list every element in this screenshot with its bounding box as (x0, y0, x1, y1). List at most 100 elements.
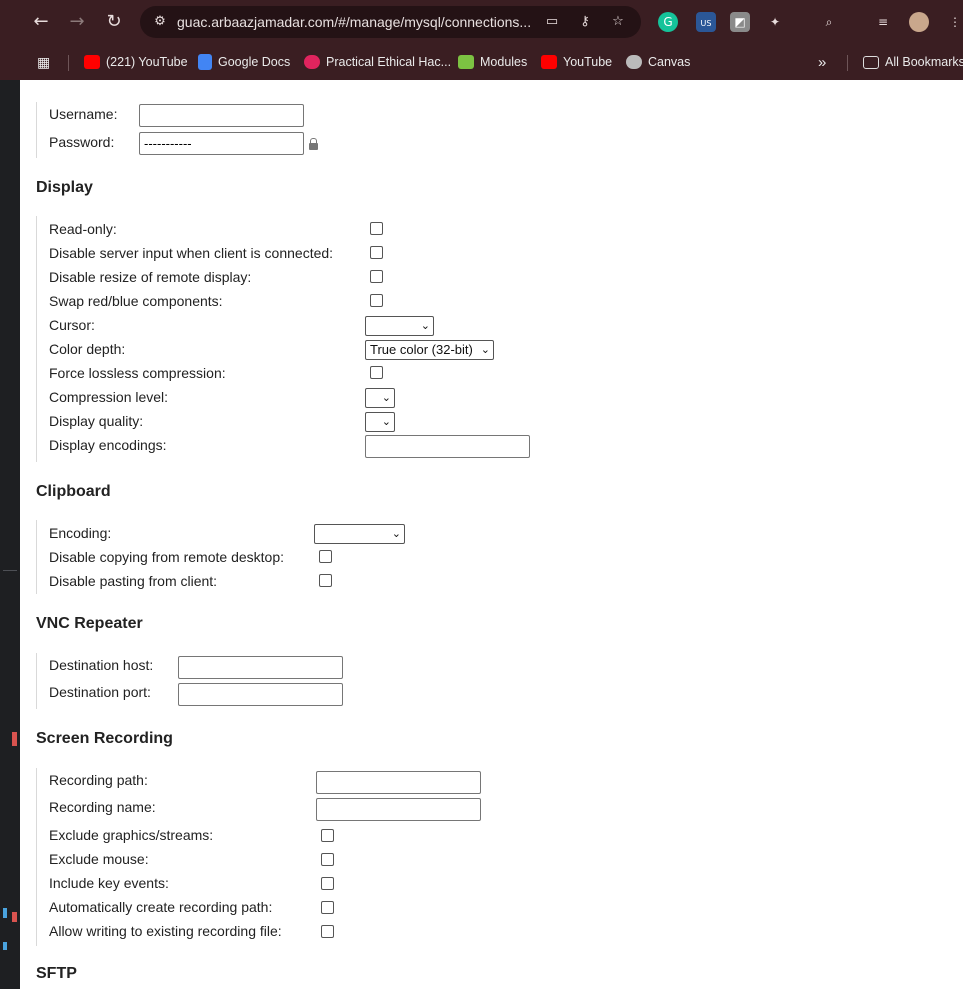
password-field[interactable] (139, 132, 304, 155)
exclude-mouse-label: Exclude mouse: (49, 851, 149, 867)
profile-avatar[interactable] (909, 12, 929, 32)
bookmark-item[interactable]: Google Docs (198, 52, 290, 72)
forward-icon[interactable]: → (65, 10, 89, 34)
bookmarks-bar: ▦ (221) YouTube Google Docs Practical Et… (0, 44, 963, 80)
recording-path-label: Recording path: (49, 772, 148, 788)
read-only-checkbox[interactable] (370, 222, 383, 235)
disable-copy-checkbox[interactable] (319, 550, 332, 563)
bookmark-item[interactable]: (221) YouTube (84, 52, 188, 72)
lock-icon[interactable] (309, 138, 318, 150)
display-encodings-field[interactable] (365, 435, 530, 458)
compression-level-select[interactable]: ⌄ (365, 388, 395, 408)
bookmark-label: Modules (480, 55, 528, 69)
auto-create-path-checkbox[interactable] (321, 901, 334, 914)
section-title-clipboard: Clipboard (36, 483, 111, 500)
color-depth-select-value: True color (32-bit) (370, 342, 473, 357)
reload-icon[interactable]: ↻ (102, 10, 126, 34)
media-control-icon[interactable]: ≡ (873, 12, 893, 32)
username-field[interactable] (139, 104, 304, 127)
screen-recording-group: Recording path: Recording name: Exclude … (36, 768, 481, 946)
back-icon[interactable]: ← (29, 10, 53, 34)
disable-paste-label: Disable pasting from client: (49, 573, 218, 589)
allow-writing-existing-checkbox[interactable] (321, 925, 334, 938)
disable-resize-label: Disable resize of remote display: (49, 269, 252, 285)
exclude-mouse-checkbox[interactable] (321, 853, 334, 866)
grammarly-icon[interactable]: G (658, 12, 678, 32)
auto-create-path-label: Automatically create recording path: (49, 899, 273, 915)
display-quality-select[interactable]: ⌄ (365, 412, 395, 432)
extension-badge: US (700, 19, 712, 28)
compression-level-label: Compression level: (49, 389, 169, 405)
url-text[interactable]: guac.arbaazjamadar.com/#/manage/mysql/co… (177, 14, 531, 30)
disable-server-input-label: Disable server input when client is conn… (49, 245, 334, 261)
edge-mark (3, 570, 17, 571)
include-key-events-checkbox[interactable] (321, 877, 334, 890)
color-depth-select[interactable]: True color (32-bit) ⌄ (365, 340, 494, 360)
bookmark-item[interactable]: Practical Ethical Hac... (304, 52, 451, 72)
password-label: Password: (49, 134, 115, 150)
edge-mark (12, 732, 17, 746)
extensions-puzzle-icon[interactable]: ✦ (765, 12, 785, 32)
extension-icon[interactable]: ◩ (730, 12, 750, 32)
chevron-down-icon: ⌄ (381, 415, 391, 428)
cube-icon (458, 55, 474, 69)
username-label: Username: (49, 106, 118, 122)
auth-group: Username: Password: (36, 102, 318, 158)
destination-port-label: Destination port: (49, 684, 151, 700)
password-key-icon[interactable]: ⚷ (577, 14, 593, 30)
destination-host-label: Destination host: (49, 657, 154, 673)
section-title-vnc-repeater: VNC Repeater (36, 615, 143, 632)
chevron-down-icon: ⌄ (381, 391, 391, 404)
menu-kebab-icon[interactable]: ⋮ (945, 12, 963, 32)
disable-paste-checkbox[interactable] (319, 574, 332, 587)
bookmark-label: Canvas (648, 55, 691, 69)
recording-name-field[interactable] (316, 798, 481, 821)
disable-resize-checkbox[interactable] (370, 270, 383, 283)
destination-host-field[interactable] (178, 656, 343, 679)
chevron-down-icon: ⌄ (420, 319, 430, 332)
disable-copy-label: Disable copying from remote desktop: (49, 549, 284, 565)
destination-port-field[interactable] (178, 683, 343, 706)
google-docs-icon (198, 54, 212, 70)
encoding-select[interactable]: ⌄ (314, 524, 405, 544)
section-title-screen-recording: Screen Recording (36, 730, 173, 747)
all-bookmarks-label: All Bookmarks (885, 55, 963, 69)
exclude-graphics-checkbox[interactable] (321, 829, 334, 842)
bookmark-item[interactable]: YouTube (541, 52, 612, 72)
site-settings-icon[interactable]: ⚙ (152, 14, 168, 30)
bookmark-item[interactable]: Canvas (626, 52, 690, 72)
bookmark-label: (221) YouTube (106, 55, 188, 69)
bookmark-item[interactable]: Modules (458, 52, 527, 72)
disable-server-input-checkbox[interactable] (370, 246, 383, 259)
recording-path-field[interactable] (316, 771, 481, 794)
all-bookmarks-button[interactable]: All Bookmarks (863, 52, 963, 72)
bookmark-label: YouTube (563, 55, 613, 69)
apps-grid-icon[interactable]: ▦ (37, 52, 50, 72)
vnc-repeater-group: Destination host: Destination port: (36, 653, 343, 709)
encoding-label: Encoding: (49, 525, 112, 541)
address-bar[interactable]: ⚙ guac.arbaazjamadar.com/#/manage/mysql/… (140, 6, 641, 38)
force-lossless-checkbox[interactable] (370, 366, 383, 379)
allow-writing-existing-label: Allow writing to existing recording file… (49, 923, 282, 939)
edge-mark (12, 912, 17, 922)
vpn-extension-icon[interactable]: US (696, 12, 716, 32)
bookmark-label: Google Docs (218, 55, 291, 69)
edge-mark (3, 942, 7, 950)
display-group: Read-only: Disable server input when cli… (36, 216, 530, 462)
clipboard-icon[interactable]: ▭ (544, 14, 560, 30)
color-depth-label: Color depth: (49, 341, 126, 357)
bookmark-star-icon[interactable]: ☆ (610, 14, 626, 30)
display-encodings-label: Display encodings: (49, 437, 167, 453)
tab-search-icon[interactable]: ⌕ (819, 12, 839, 32)
folder-icon (863, 55, 879, 69)
section-title-sftp: SFTP (36, 965, 77, 982)
bookmarks-overflow-icon[interactable]: » (818, 52, 826, 72)
chevron-down-icon: ⌄ (480, 343, 490, 356)
display-quality-label: Display quality: (49, 413, 144, 429)
swap-red-blue-label: Swap red/blue components: (49, 293, 223, 309)
cursor-select[interactable]: ⌄ (365, 316, 434, 336)
connection-parameters-page: Username: Password: Display Read-only: D… (20, 80, 963, 989)
swap-red-blue-checkbox[interactable] (370, 294, 383, 307)
clipboard-group: Encoding: ⌄ Disable copying from remote … (36, 520, 405, 594)
section-title-display: Display (36, 179, 93, 196)
